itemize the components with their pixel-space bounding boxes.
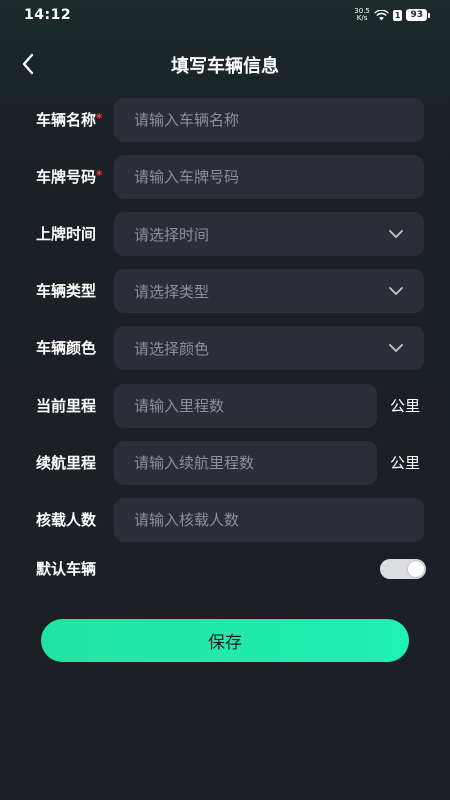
chevron-down-icon <box>389 344 403 352</box>
vehicle-name-label: 车辆名称* <box>36 98 102 142</box>
vehicle-type-select-value: 请选择类型 <box>134 282 210 301</box>
form-row-seats: 核载人数 <box>0 498 450 542</box>
status-icons: 30.5 K/s 1 93 <box>354 8 430 22</box>
plate-number-label: 车牌号码* <box>36 155 102 199</box>
range-mileage-label: 续航里程 <box>36 454 97 472</box>
current-mileage-label: 当前里程 <box>36 397 97 415</box>
header: 填写车辆信息 <box>0 44 450 84</box>
required-mark: * <box>96 111 103 125</box>
vehicle-name-label-text: 车辆名称 <box>36 111 97 129</box>
chevron-down-icon <box>389 230 403 238</box>
network-speed: 30.5 K/s <box>354 8 370 22</box>
seats-label: 核载人数 <box>36 511 97 529</box>
range-mileage-unit: 公里 <box>390 454 421 472</box>
seats-input[interactable] <box>114 498 424 542</box>
current-mileage-input[interactable] <box>114 384 377 428</box>
form-row-vehicle-name: 车辆名称* <box>0 98 450 142</box>
save-button[interactable]: 保存 <box>41 619 409 662</box>
form-row-plate-number: 车牌号码* <box>0 155 450 199</box>
form-row-range-mileage: 续航里程 公里 <box>0 441 450 485</box>
form-row-vehicle-type: 车辆类型 请选择类型 <box>0 269 450 313</box>
plate-number-input[interactable] <box>114 155 424 199</box>
status-bar: 14:12 30.5 K/s 1 93 <box>0 0 450 30</box>
form-row-default-vehicle: 默认车辆 <box>0 547 450 591</box>
toggle-knob <box>408 561 424 577</box>
form-row-vehicle-color: 车辆颜色 请选择颜色 <box>0 326 450 370</box>
chevron-down-icon <box>389 287 403 295</box>
current-mileage-unit: 公里 <box>390 397 421 415</box>
range-mileage-input[interactable] <box>114 441 377 485</box>
battery-level: 93 <box>406 9 427 21</box>
default-vehicle-label: 默认车辆 <box>36 560 97 578</box>
wifi-icon <box>373 9 389 20</box>
plate-number-label-text: 车牌号码 <box>36 168 97 186</box>
plate-time-select-value: 请选择时间 <box>134 225 210 244</box>
default-vehicle-toggle[interactable] <box>380 559 426 579</box>
battery-icon: 93 <box>406 9 430 21</box>
vehicle-color-select[interactable]: 请选择颜色 <box>114 326 424 370</box>
sim-badge: 1 <box>392 9 403 21</box>
form-row-current-mileage: 当前里程 公里 <box>0 384 450 428</box>
required-mark: * <box>96 168 103 182</box>
network-speed-unit: K/s <box>356 14 368 22</box>
form-row-plate-time: 上牌时间 请选择时间 <box>0 212 450 256</box>
battery-tip <box>428 12 430 18</box>
vehicle-type-select[interactable]: 请选择类型 <box>114 269 424 313</box>
status-time: 14:12 <box>24 7 72 23</box>
vehicle-color-label: 车辆颜色 <box>36 339 97 357</box>
plate-time-label: 上牌时间 <box>36 225 97 243</box>
vehicle-name-input[interactable] <box>114 98 424 142</box>
vehicle-type-label: 车辆类型 <box>36 282 97 300</box>
page-title: 填写车辆信息 <box>171 56 279 77</box>
plate-time-select[interactable]: 请选择时间 <box>114 212 424 256</box>
vehicle-color-select-value: 请选择颜色 <box>134 339 210 358</box>
